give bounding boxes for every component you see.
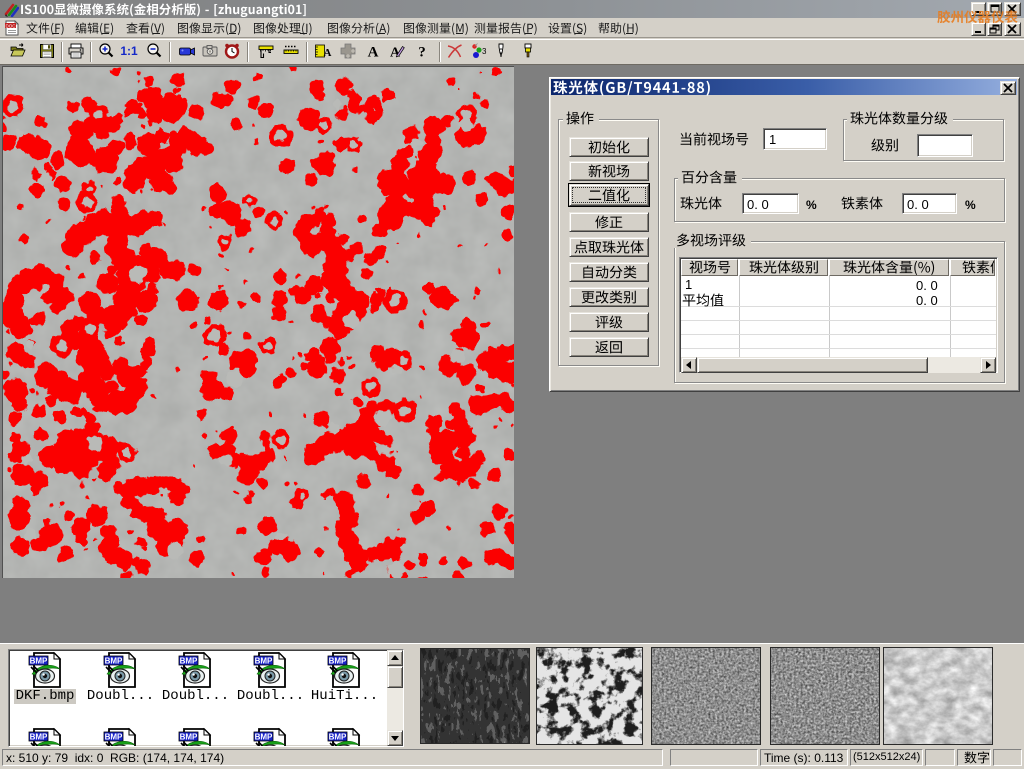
svg-text:BMP: BMP [30, 656, 48, 665]
svg-text:1:1: 1:1 [120, 44, 138, 58]
svg-text:DOC: DOC [6, 23, 17, 28]
svg-text:A: A [368, 45, 379, 61]
svg-text:BMP: BMP [255, 732, 273, 741]
svg-text:BMP: BMP [180, 656, 198, 665]
svg-text:3: 3 [482, 47, 487, 56]
svg-text:BMP: BMP [255, 656, 273, 665]
svg-text:BMP: BMP [30, 732, 48, 741]
svg-text:BMP: BMP [105, 656, 123, 665]
svg-text:BMP: BMP [329, 656, 347, 665]
svg-text:?: ? [418, 45, 426, 61]
svg-text:BMP: BMP [180, 732, 198, 741]
svg-text:BMP: BMP [329, 732, 347, 741]
svg-text:BMP: BMP [105, 732, 123, 741]
svg-text:A: A [324, 47, 332, 59]
